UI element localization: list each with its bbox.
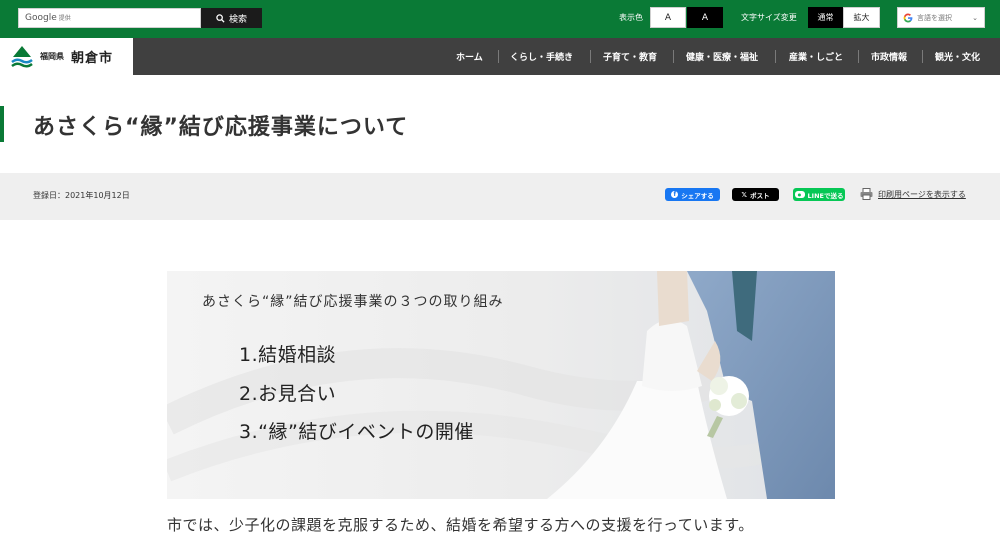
nav-divider — [858, 50, 859, 63]
chevron-down-icon: ⌄ — [972, 13, 978, 22]
language-select[interactable]: 言語を選択 ⌄ — [897, 7, 985, 28]
nav-item-home[interactable]: ホーム — [456, 38, 483, 75]
page-title: あさくら“縁”結び応援事業について — [33, 115, 409, 140]
x-post-label: ポスト — [750, 191, 770, 200]
nav-item-industry[interactable]: 産業・しごと — [789, 38, 843, 75]
display-color-black-button[interactable]: A — [687, 7, 723, 28]
city-emblem-icon — [11, 45, 33, 68]
nav-divider — [775, 50, 776, 63]
global-nav: ホーム くらし・手続き 子育て・教育 健康・医療・福祉 産業・しごと 市政情報 … — [133, 38, 1000, 75]
google-g-icon — [903, 13, 913, 22]
nav-item-health[interactable]: 健康・医療・福祉 — [686, 38, 758, 75]
banner-item-omiai: 2.お見合い — [239, 383, 337, 405]
nav-item-tourism[interactable]: 観光・文化 — [935, 38, 980, 75]
page-meta-bar: 登録日：2021年10月12日 f シェアする 𝕏 ポスト ● LINEで送る … — [0, 173, 1000, 220]
search-button[interactable]: 検索 — [201, 8, 262, 28]
nav-divider — [922, 50, 923, 63]
registered-date: 登録日：2021年10月12日 — [33, 191, 130, 200]
search-button-label: 検索 — [228, 14, 247, 25]
print-page-link[interactable]: 印刷用ページを表示する — [860, 188, 966, 200]
logo-city-name: 朝倉市 — [71, 51, 114, 66]
nav-divider — [673, 50, 674, 63]
font-size-label: 文字サイズ変更 — [741, 13, 797, 22]
font-size-large-button[interactable]: 拡大 — [843, 7, 880, 28]
nav-item-childcare[interactable]: 子育て・教育 — [603, 38, 657, 75]
nav-divider — [498, 50, 499, 63]
nav-divider — [590, 50, 591, 63]
font-size-normal-button[interactable]: 通常 — [808, 7, 843, 28]
program-banner-image: あさくら“縁”結び応援事業の３つの取り組み 1.結婚相談 2.お見合い 3.“縁… — [167, 271, 835, 499]
top-utility-bar: Google 提供 検索 表示色 A A 文字サイズ変更 通常 拡大 言語を選択 … — [0, 0, 1000, 38]
banner-item-consultation: 1.結婚相談 — [239, 344, 337, 366]
intro-paragraph: 市では、少子化の課題を克服するため、結婚を希望する方への支援を行っています。 — [167, 516, 754, 534]
line-send-button[interactable]: ● LINEで送る — [793, 188, 845, 201]
facebook-share-button[interactable]: f シェアする — [665, 188, 720, 201]
nav-item-living[interactable]: くらし・手続き — [510, 38, 573, 75]
search-icon — [216, 13, 225, 23]
site-logo[interactable]: 福岡県 朝倉市 — [0, 38, 133, 75]
facebook-share-label: シェアする — [681, 191, 714, 200]
page-title-area: あさくら“縁”結び応援事業について — [0, 104, 1000, 144]
x-icon: 𝕏 — [741, 190, 748, 199]
display-color-label: 表示色 — [619, 13, 643, 22]
banner-item-event: 3.“縁”結びイベントの開催 — [239, 421, 474, 443]
print-page-label: 印刷用ページを表示する — [878, 189, 966, 199]
line-icon: ● — [794, 191, 805, 198]
facebook-icon: f — [671, 191, 679, 198]
x-post-button[interactable]: 𝕏 ポスト — [732, 188, 779, 201]
printer-icon — [860, 188, 873, 200]
nav-item-city-info[interactable]: 市政情報 — [871, 38, 907, 75]
logo-prefecture: 福岡県 — [40, 52, 64, 61]
language-select-value: 言語を選択 — [917, 13, 952, 22]
title-accent-bar — [0, 106, 4, 142]
search-input[interactable]: Google 提供 — [18, 8, 201, 28]
google-branding: Google 提供 — [25, 13, 71, 23]
banner-heading: あさくら“縁”結び応援事業の３つの取り組み — [202, 294, 504, 310]
line-send-label: LINEで送る — [807, 191, 844, 200]
display-color-white-button[interactable]: A — [650, 7, 686, 28]
